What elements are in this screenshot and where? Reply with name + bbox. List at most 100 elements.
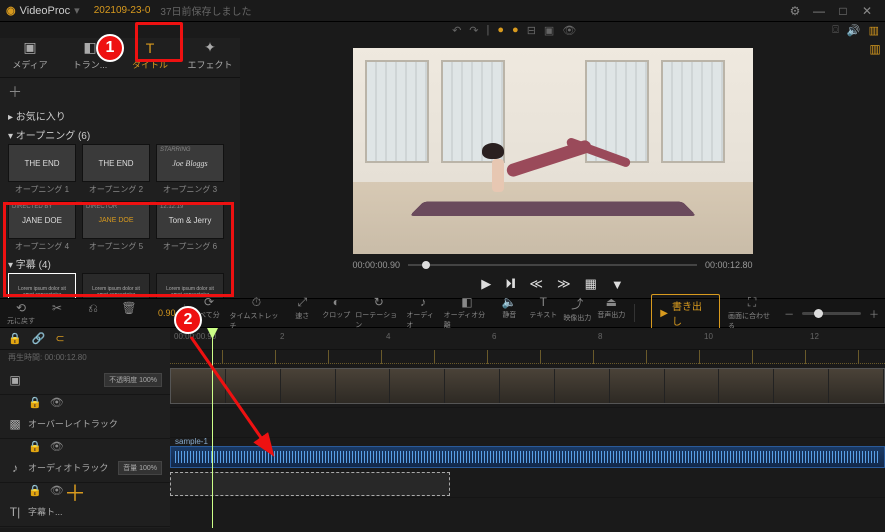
section-favorites[interactable]: ▸ お気に入り [8, 108, 232, 123]
title-preset[interactable]: DIRECTED BYJANE DOEオープニング 4 [8, 201, 76, 252]
track-lock-icon[interactable]: 🔒 [28, 484, 42, 497]
timeline-link-icon[interactable]: 🔗 [32, 332, 46, 345]
toolbar-button[interactable]: 🔈静音 [494, 295, 524, 331]
overlay-lane[interactable] [170, 408, 885, 438]
track-visible-icon[interactable]: 👁 [50, 440, 64, 453]
audio-clip[interactable]: sample-1 [170, 446, 885, 468]
toolbar-button[interactable]: ✂ [42, 301, 72, 326]
add-track-button[interactable]: ＋ [64, 476, 86, 508]
toolbar-button[interactable]: 🗑 [114, 301, 144, 326]
subtitle-track-label: 字幕ト... [28, 505, 162, 518]
toolbar-label: 音声出力 [597, 310, 625, 320]
track-visible-icon[interactable]: 👁 [50, 484, 64, 497]
toolbar-button[interactable]: ◧オーディオ分離 [444, 295, 491, 331]
window-close[interactable]: ✕ [855, 4, 879, 18]
prev-frame-button[interactable]: ≪ [529, 276, 543, 292]
window-minimize[interactable]: — [807, 4, 831, 18]
toolbar-button[interactable]: ♪オーディオ [406, 295, 439, 331]
track-lock-icon[interactable]: 🔒 [28, 396, 42, 409]
marker-button[interactable]: ▼ [611, 277, 624, 292]
crop-button[interactable]: ▦ [585, 276, 597, 292]
play-button[interactable]: ▶ [481, 276, 491, 292]
right-panel-toggle-icon[interactable]: ▥ [869, 24, 879, 37]
subtitle-preset-thumb[interactable]: Lorem ipsum dolor sit amet consectetur♡ [82, 273, 150, 298]
redo-icon[interactable]: ↷ [469, 24, 478, 37]
settings-icon[interactable]: ⚙ [783, 4, 807, 18]
subtitle-preset-thumb[interactable]: Lorem ipsum dolor sit amet consectetur♡ [8, 273, 76, 298]
subtitle-lane[interactable] [170, 468, 885, 498]
video-lane[interactable] [170, 364, 885, 408]
tab-media[interactable]: ▣ メディア [0, 35, 60, 77]
title-preset-thumb[interactable]: STARRINGJoe Bloggs [156, 144, 224, 182]
ruler-tick: 8 [598, 332, 602, 341]
section-opening[interactable]: ▾ オープニング (6) [8, 127, 232, 142]
play-all-button[interactable]: ⏵❙ [505, 276, 515, 292]
toolbar-button[interactable]: ⎌ [78, 301, 108, 326]
zoom-slider[interactable] [802, 312, 861, 315]
effect-icon: ✦ [180, 39, 240, 56]
toolbar-button[interactable]: ⏏音声出力 [596, 295, 626, 331]
title-preset[interactable]: THE ENDオープニング 2 [82, 144, 150, 195]
title-preset[interactable]: STARRINGJoe Bloggsオープニング 3 [156, 144, 224, 195]
tab-titles[interactable]: T タイトル [120, 36, 180, 77]
timeline-lock-icon[interactable]: 🔒 [8, 332, 22, 345]
fit-screen-button[interactable]: ⛶ 画面に合わせる [728, 295, 776, 331]
track-head-video[interactable]: ▣ 不透明度 100% [0, 365, 170, 395]
right-panel-icon[interactable]: ▥ [869, 42, 880, 56]
eye-icon[interactable]: 👁 [562, 24, 576, 37]
subtitle-preset[interactable]: Lorem ipsum dolor sit amet consectetur♡字… [82, 273, 150, 298]
title-preset-thumb[interactable]: DIRECTED BYJANE DOE [8, 201, 76, 239]
playhead[interactable] [212, 328, 213, 528]
title-preset[interactable]: THE END オープニング 1 [8, 144, 76, 195]
title-preset-thumb[interactable]: THE END [82, 144, 150, 182]
audio-lane[interactable]: sample-1 [170, 438, 885, 468]
timeline-ruler[interactable]: 00:00:00.9024681012 [170, 328, 885, 350]
toolbar-button[interactable]: Tテキスト [528, 295, 558, 331]
title-preset-thumb[interactable]: 12.12.19Tom & Jerry [156, 201, 224, 239]
document-name[interactable]: 202109-23-0 [94, 5, 151, 16]
track-head-overlay[interactable]: ▩ オーバーレイトラック [0, 409, 170, 439]
video-opacity-badge[interactable]: 不透明度 100% [104, 373, 162, 387]
track-visible-icon[interactable]: 👁 [50, 396, 64, 409]
snapshot-icon[interactable]: ⌼ [832, 24, 839, 37]
title-preset[interactable]: DIRECTORJANE DOEオープニング 5 [82, 201, 150, 252]
subtitle-preset[interactable]: Lorem ipsum dolor sit amet consectetur♡字… [8, 273, 76, 298]
marker-b-icon[interactable]: ● [512, 24, 519, 36]
undo-icon[interactable]: ↶ [452, 24, 461, 37]
section-subtitles[interactable]: ▾ 字幕 (4) [8, 256, 232, 271]
toolbar-button[interactable]: ⟳すべて分割 [193, 295, 226, 331]
track-lock-icon[interactable]: 🔒 [28, 440, 42, 453]
volume-icon[interactable]: 🔊 [847, 24, 861, 37]
window-maximize[interactable]: □ [831, 4, 855, 18]
tab-effects[interactable]: ✦ エフェクト [180, 35, 240, 77]
media-icon: ▣ [0, 39, 60, 56]
next-frame-button[interactable]: ≫ [557, 276, 571, 292]
toolbar-label: ローテーション [355, 310, 402, 330]
tab-transitions[interactable]: ◧ トラン... [60, 35, 120, 77]
title-preset[interactable]: 12.12.19Tom & Jerryオープニング 6 [156, 201, 224, 252]
toolbar-button[interactable]: ⤢速さ [287, 295, 317, 331]
toolbar-button[interactable]: ⏱タイムストレッチ [229, 295, 283, 331]
ruler-tick: 2 [280, 332, 284, 341]
export-button[interactable]: ▶ 書き出し [651, 294, 720, 332]
preview-viewport[interactable] [353, 48, 753, 254]
timeline-magnet-icon[interactable]: ⊂ [55, 332, 64, 345]
preview-scrubber[interactable] [408, 264, 697, 266]
toolbar-button[interactable]: ⤴映像出力 [562, 295, 592, 331]
toolbar-button[interactable]: ◐クロップ [321, 295, 351, 331]
subtitle-preset[interactable]: Lorem ipsum dolor sit amet consectetur♡字… [156, 273, 224, 298]
title-preset-thumb[interactable]: DIRECTORJANE DOE [82, 201, 150, 239]
toolbar-icon: 🗑 [121, 301, 136, 315]
subtitle-preset-thumb[interactable]: Lorem ipsum dolor sit amet consectetur♡ [156, 273, 224, 298]
marker-a-icon[interactable]: ● [497, 24, 504, 36]
toolbar-button[interactable]: ↻ローテーション [355, 295, 402, 331]
audio-track-icon: ♪ [8, 461, 22, 475]
video-clip[interactable] [170, 368, 885, 404]
title-preset-caption: オープニング 1 [8, 184, 76, 195]
audio-volume-badge[interactable]: 音量 100% [118, 461, 162, 475]
add-button[interactable]: ＋ [8, 82, 232, 106]
title-preset-thumb[interactable]: THE END [8, 144, 76, 182]
ruler-icon[interactable]: ⊟ [527, 24, 536, 37]
toolbar-button[interactable]: ⟲元に戻す [6, 301, 36, 326]
crop-tool-icon[interactable]: ▣ [544, 24, 554, 37]
